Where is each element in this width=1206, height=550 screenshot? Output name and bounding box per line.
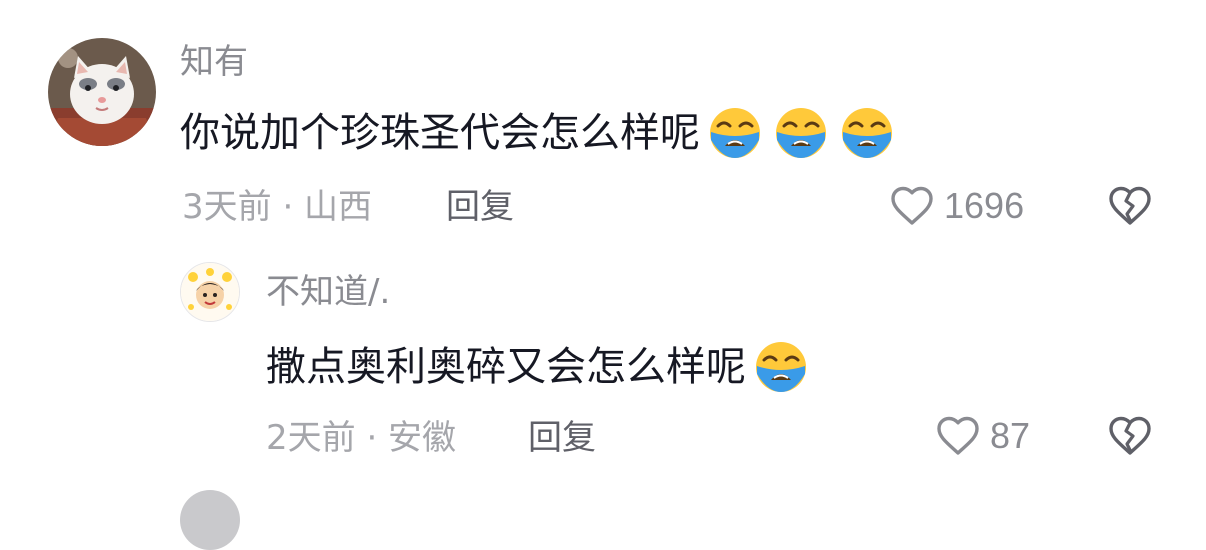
comment-time-location: 2天前 · 安徽	[266, 418, 457, 458]
broken-heart-icon	[1106, 412, 1154, 460]
like-button[interactable]: 87	[934, 412, 1030, 460]
reply-comment-item: 不知道/. 撒点奥利奥碎又会怎么样呢 2天前 · 安徽 回复 87	[0, 0, 1206, 506]
comment-author[interactable]: 不知道/.	[266, 272, 390, 312]
comment-text: 撒点奥利奥碎又会怎么样呢	[266, 344, 746, 390]
reply-button[interactable]: 回复	[528, 418, 596, 458]
dislike-button[interactable]	[1106, 412, 1154, 464]
comment-text-row: 撒点奥利奥碎又会怎么样呢	[266, 340, 808, 394]
avatar[interactable]	[180, 262, 240, 322]
cartoon-avatar-image	[181, 263, 239, 321]
like-count: 87	[990, 415, 1031, 456]
loudly-crying-face-emoji-icon	[754, 340, 808, 394]
avatar[interactable]	[180, 490, 240, 550]
heart-outline-icon	[934, 412, 982, 460]
